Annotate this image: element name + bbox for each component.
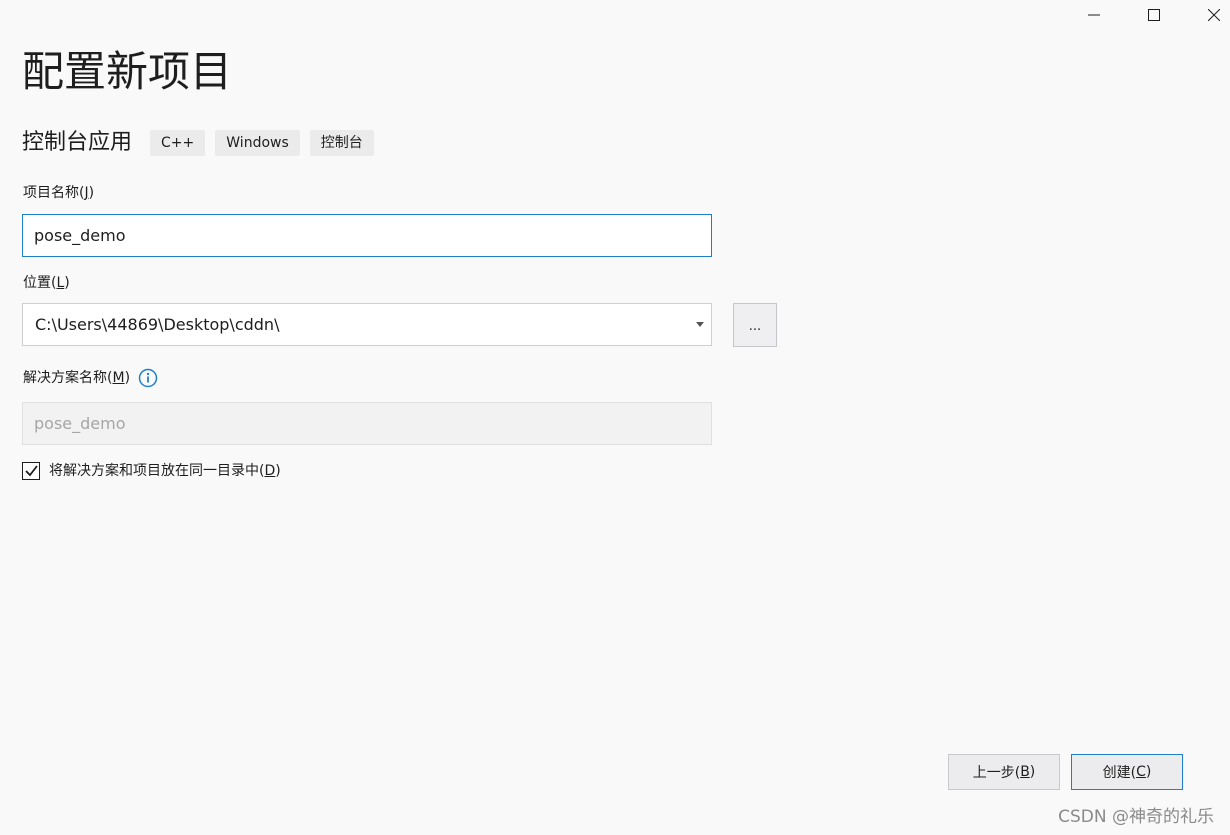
solution-name-label: 解决方案名称(M) <box>23 368 158 388</box>
tag-project-type: 控制台 <box>309 130 374 156</box>
checkmark-icon <box>24 465 38 477</box>
info-icon[interactable] <box>138 368 158 388</box>
template-name: 控制台应用 <box>22 130 133 155</box>
same-directory-checkbox[interactable] <box>22 462 40 480</box>
location-combobox[interactable]: C:\Users\44869\Desktop\cddn\ <box>22 303 712 346</box>
back-button[interactable]: 上一步(B) <box>948 754 1060 790</box>
tag-language: C++ <box>150 130 206 156</box>
close-icon[interactable] <box>1191 0 1230 30</box>
location-value[interactable]: C:\Users\44869\Desktop\cddn\ <box>23 315 689 334</box>
create-button[interactable]: 创建(C) <box>1071 754 1183 790</box>
minimize-icon[interactable] <box>1071 0 1117 30</box>
project-name-input[interactable] <box>22 214 712 257</box>
location-label: 位置(L) <box>23 275 70 291</box>
browse-button[interactable]: ... <box>733 303 777 347</box>
template-summary: 控制台应用 C++ Windows 控制台 <box>22 128 384 158</box>
tag-platform: Windows <box>215 130 300 156</box>
project-name-label: 项目名称(J) <box>23 185 95 201</box>
page-title: 配置新项目 <box>22 47 233 96</box>
chevron-down-icon[interactable] <box>689 304 711 345</box>
same-directory-label[interactable]: 将解决方案和项目放在同一目录中(D) <box>49 461 281 481</box>
watermark: CSDN @神奇的礼乐 <box>1058 807 1214 827</box>
same-directory-option[interactable]: 将解决方案和项目放在同一目录中(D) <box>22 460 281 482</box>
configure-project-window: 配置新项目 控制台应用 C++ Windows 控制台 项目名称(J) 位置(L… <box>0 0 1230 835</box>
solution-name-input <box>22 402 712 445</box>
maximize-icon[interactable] <box>1131 0 1177 30</box>
